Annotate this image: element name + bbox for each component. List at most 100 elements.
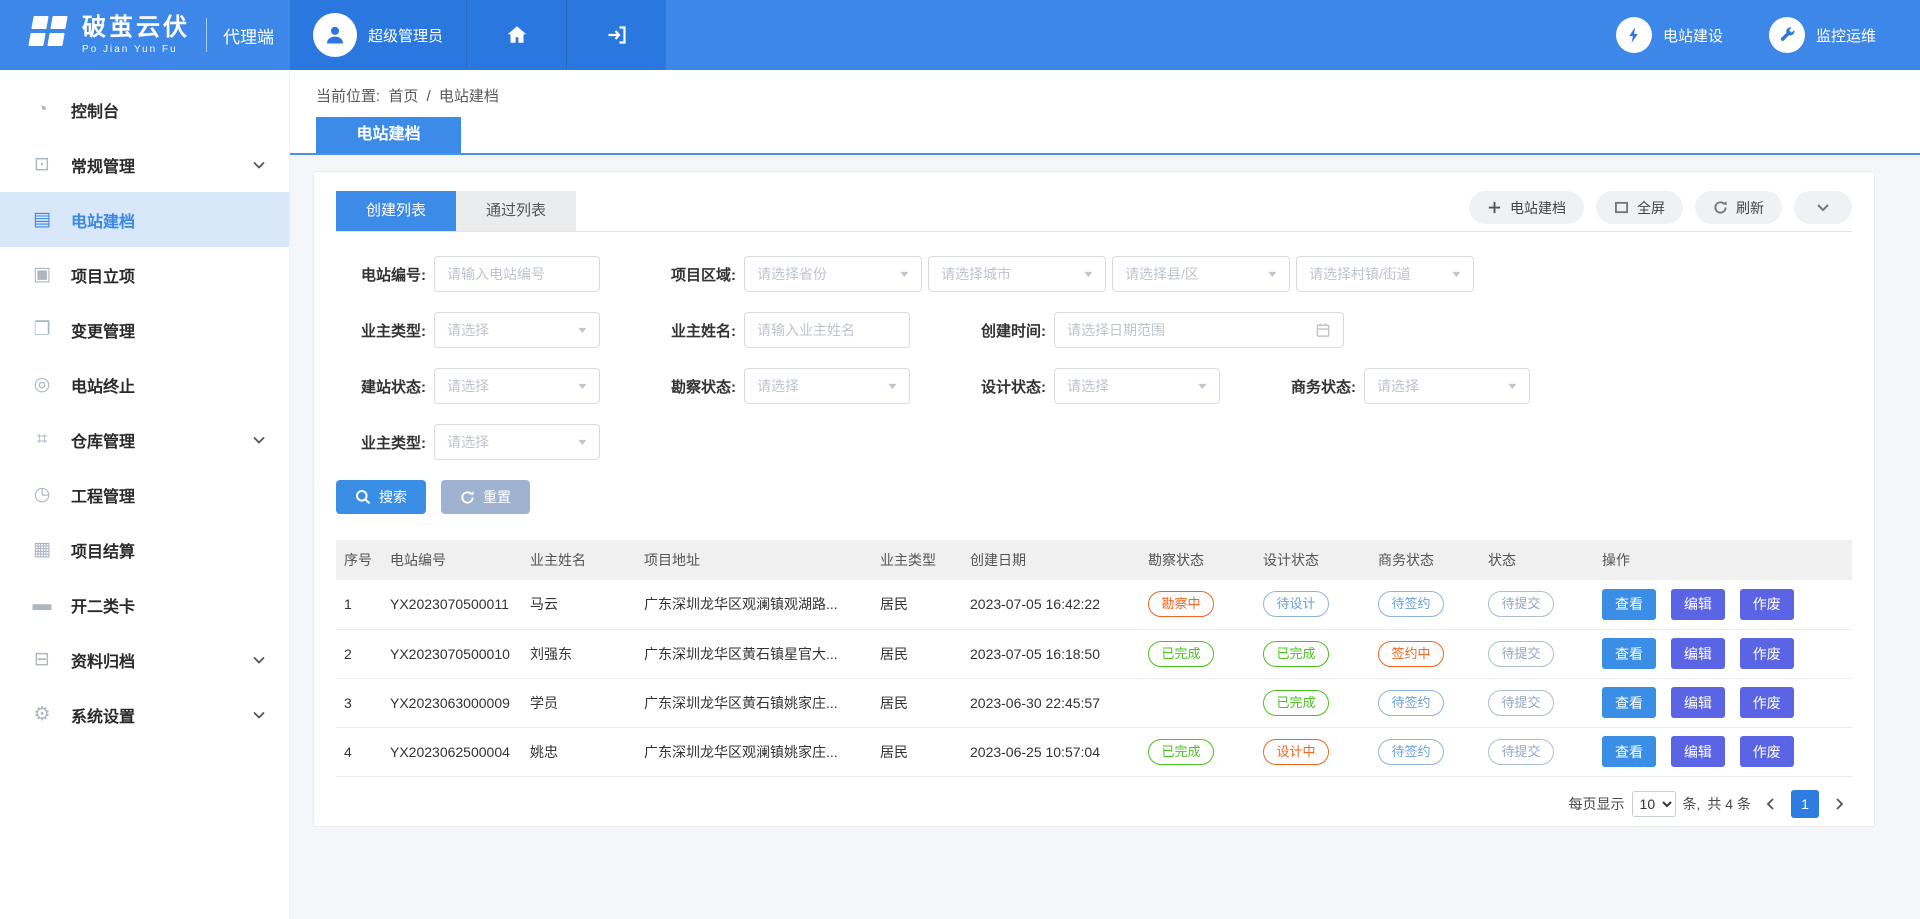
sidebar-item[interactable]: ◔ 控制台: [0, 82, 289, 137]
exit-icon: [605, 23, 629, 47]
refresh-button[interactable]: 刷新: [1695, 191, 1782, 224]
fullscreen-icon: [1614, 201, 1629, 214]
owner-type: 居民: [872, 629, 962, 678]
owner-type: 居民: [872, 580, 962, 629]
sidebar-item-label: 资料归档: [71, 648, 135, 672]
fullscreen-button[interactable]: 全屏: [1596, 191, 1683, 224]
design-status-badge: 已完成: [1263, 690, 1329, 716]
lightning-icon: [1616, 17, 1652, 53]
breadcrumb-current: 电站建档: [439, 88, 499, 105]
brand-mark-icon: [26, 14, 70, 57]
build-status-select[interactable]: 请选择▼: [434, 368, 600, 404]
chevron-down-icon: ▼: [576, 381, 589, 391]
chevron-down-icon: ▼: [1506, 381, 1519, 391]
refresh-icon: [1713, 200, 1728, 215]
unit-label: 条,: [1683, 794, 1701, 814]
brand-latin: Po Jian Yun Fu: [82, 44, 190, 55]
village-select[interactable]: 请选择村镇/街道▼: [1296, 256, 1474, 292]
sidebar-item[interactable]: ▤ 电站建档: [0, 192, 289, 247]
column-header: 设计状态: [1255, 540, 1370, 580]
sidebar-item[interactable]: ⌗ 仓库管理: [0, 412, 289, 467]
province-select[interactable]: 请选择省份▼: [744, 256, 922, 292]
header-nav: 电站建设 监控运维: [1616, 0, 1920, 70]
chevron-down-icon: ▼: [1082, 269, 1095, 279]
reset-button[interactable]: 重置: [441, 480, 530, 514]
table-row: 1 YX2023070500011 马云 广东深圳龙华区观澜镇观湖路... 居民…: [336, 580, 1852, 629]
sidebar-item[interactable]: ◎ 电站终止: [0, 357, 289, 412]
view-button[interactable]: 查看: [1602, 638, 1656, 669]
edit-button[interactable]: 编辑: [1671, 589, 1725, 620]
breadcrumb: 当前位置: 首页 / 电站建档: [290, 70, 1920, 117]
view-button[interactable]: 查看: [1602, 736, 1656, 767]
void-button[interactable]: 作废: [1740, 589, 1794, 620]
nav-station-build[interactable]: 电站建设: [1616, 17, 1723, 53]
sidebar-item-label: 系统设置: [71, 703, 135, 727]
created-date: 2023-06-25 10:57:04: [962, 727, 1140, 776]
survey-status-label: 勘察状态:: [646, 376, 736, 397]
view-button[interactable]: 查看: [1602, 687, 1656, 718]
edit-button[interactable]: 编辑: [1671, 638, 1725, 669]
date-range-picker[interactable]: 请选择日期范围: [1054, 312, 1344, 348]
project-address: 广东深圳龙华区黄石镇姚家庄...: [636, 678, 872, 727]
user-menu[interactable]: 超级管理员: [290, 0, 466, 70]
owner-type-select[interactable]: 请选择▼: [434, 312, 600, 348]
void-button[interactable]: 作废: [1740, 638, 1794, 669]
tab-passed-list[interactable]: 通过列表: [456, 191, 576, 231]
prev-page-button[interactable]: [1758, 797, 1784, 811]
page-number-button[interactable]: 1: [1791, 790, 1819, 818]
county-select[interactable]: 请选择县/区▼: [1112, 256, 1290, 292]
collapse-toolbar-button[interactable]: [1794, 191, 1852, 224]
survey-status-select[interactable]: 请选择▼: [744, 368, 910, 404]
sidebar-item[interactable]: ⊟ 资料归档: [0, 632, 289, 687]
add-station-button[interactable]: 电站建档: [1469, 191, 1584, 224]
edit-button[interactable]: 编辑: [1671, 736, 1725, 767]
main-content: 当前位置: 首页 / 电站建档 电站建档 创建列表 通过列表 电站建档 全屏: [290, 70, 1920, 919]
next-page-button[interactable]: [1826, 797, 1852, 811]
view-button[interactable]: 查看: [1602, 589, 1656, 620]
sidebar-item[interactable]: ⚙ 系统设置: [0, 687, 289, 742]
sidebar-item[interactable]: ⊡ 常规管理: [0, 137, 289, 192]
menu-icon: ⚙: [28, 703, 56, 726]
status-badge: 待提交: [1488, 591, 1554, 617]
sidebar-item[interactable]: ▦ 项目结算: [0, 522, 289, 577]
sidebar-item-label: 变更管理: [71, 318, 135, 342]
survey-status-badge: 已完成: [1148, 739, 1214, 765]
business-status-label: 商务状态:: [1266, 376, 1356, 397]
design-status-select[interactable]: 请选择▼: [1054, 368, 1220, 404]
void-button[interactable]: 作废: [1740, 687, 1794, 718]
user-icon: [322, 22, 348, 48]
home-button[interactable]: [466, 0, 566, 70]
sidebar-item[interactable]: ▣ 项目立项: [0, 247, 289, 302]
owner-name-input[interactable]: [744, 312, 910, 348]
city-select[interactable]: 请选择城市▼: [928, 256, 1106, 292]
owner-name: 姚忠: [522, 727, 636, 776]
void-button[interactable]: 作废: [1740, 736, 1794, 767]
menu-icon: ▤: [28, 208, 56, 231]
business-status-badge: 待签约: [1378, 739, 1444, 765]
owner-name: 马云: [522, 580, 636, 629]
per-page-select[interactable]: 10: [1632, 791, 1676, 817]
tab-create-list[interactable]: 创建列表: [336, 191, 456, 231]
page-tab[interactable]: 电站建档: [316, 117, 461, 153]
sidebar-item[interactable]: ◷ 工程管理: [0, 467, 289, 522]
edit-button[interactable]: 编辑: [1671, 687, 1725, 718]
business-status-select[interactable]: 请选择▼: [1364, 368, 1530, 404]
nav-monitor-ops[interactable]: 监控运维: [1769, 17, 1876, 53]
sidebar-item[interactable]: ▬ 开二类卡: [0, 577, 289, 632]
project-address: 广东深圳龙华区黄石镇星官大...: [636, 629, 872, 678]
owner-type2-label: 业主类型:: [336, 432, 426, 453]
nav-station-build-label: 电站建设: [1663, 25, 1723, 46]
breadcrumb-home[interactable]: 首页: [388, 88, 418, 105]
search-button[interactable]: 搜索: [336, 480, 426, 514]
station-code-input[interactable]: [434, 256, 600, 292]
status-badge: 待提交: [1488, 641, 1554, 667]
sidebar-item-label: 开二类卡: [71, 593, 135, 617]
owner-type: 居民: [872, 727, 962, 776]
sidebar-item[interactable]: ❐ 变更管理: [0, 302, 289, 357]
owner-type-label: 业主类型:: [336, 320, 426, 341]
owner-type2-select[interactable]: 请选择▼: [434, 424, 600, 460]
menu-icon: ⊟: [28, 648, 56, 671]
portal-label: 代理端: [206, 18, 274, 52]
status-badge: 待提交: [1488, 690, 1554, 716]
logout-button[interactable]: [566, 0, 666, 70]
